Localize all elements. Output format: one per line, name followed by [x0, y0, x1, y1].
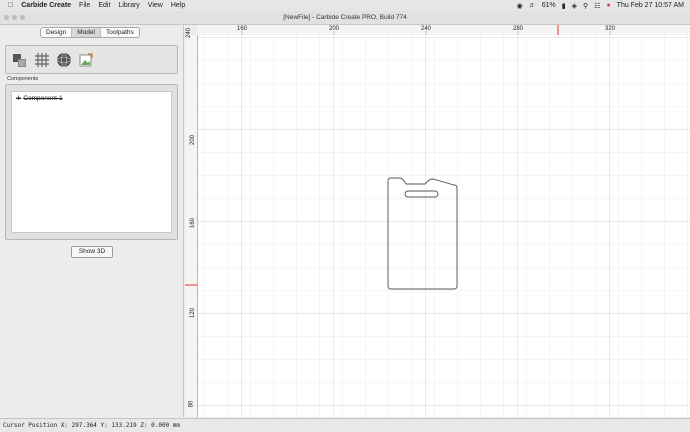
window-titlebar: [NewFile] - Carbide Create PRO, Build 77…	[0, 11, 690, 25]
app-menu[interactable]: Carbide Create	[21, 2, 71, 9]
texture-grid-icon[interactable]	[34, 52, 50, 68]
list-item[interactable]: + Component-1	[16, 94, 63, 103]
search-icon[interactable]: ⚲	[583, 2, 588, 10]
ruler-tick-label: 80	[188, 400, 195, 408]
status-bar: Cursor Position X: 297.364 Y: 133.219 Z:…	[0, 418, 690, 432]
control-center-icon[interactable]: ☷	[594, 2, 600, 10]
window-controls	[4, 15, 25, 20]
ruler-tick-label: 240	[421, 26, 432, 32]
ruler-tick-label: 200	[190, 134, 197, 146]
import-model-icon[interactable]	[12, 52, 28, 68]
minimize-button[interactable]	[12, 15, 17, 20]
left-panel: Design Model Toolpaths Components + Comp…	[0, 25, 184, 417]
ruler-tick-label: 240	[186, 27, 192, 38]
battery-percent: 61%	[541, 2, 556, 9]
design-canvas[interactable]	[198, 35, 690, 417]
component-label: Component-1	[23, 94, 63, 102]
show-3d-button[interactable]: Show 3D	[71, 246, 113, 258]
expand-icon[interactable]: +	[16, 94, 21, 103]
ruler-tick-label: 160	[190, 217, 197, 229]
macos-menubar:  Carbide Create File Edit Library View …	[0, 0, 690, 11]
cursor-position: Cursor Position X: 297.364 Y: 133.219 Z:…	[3, 422, 181, 429]
mode-tabs: Design Model Toolpaths	[40, 27, 140, 38]
menu-help[interactable]: Help	[171, 2, 185, 9]
image-import-icon[interactable]	[78, 52, 94, 68]
notification-icon[interactable]: ●	[606, 2, 610, 9]
ruler-tick-label: 120	[190, 307, 197, 319]
wifi-icon[interactable]: ◈	[572, 2, 577, 10]
tab-toolpaths[interactable]: Toolpaths	[101, 28, 139, 37]
window-title: [NewFile] - Carbide Create PRO, Build 77…	[283, 14, 407, 21]
status-icon[interactable]: ◉	[517, 2, 523, 10]
components-list[interactable]: + Component-1	[11, 91, 172, 233]
components-label: Components	[7, 76, 39, 82]
clock: Thu Feb 27 10:57 AM	[616, 2, 684, 9]
menu-file[interactable]: File	[79, 2, 90, 9]
zoom-button[interactable]	[20, 15, 25, 20]
ruler-tick-label: 200	[329, 26, 340, 32]
headphones-icon[interactable]: ♬	[529, 2, 536, 9]
menu-view[interactable]: View	[148, 2, 163, 9]
tab-model[interactable]: Model	[72, 28, 101, 37]
left-ruler: 240 200 160 120 80	[185, 28, 198, 417]
battery-icon[interactable]: ▮	[562, 2, 566, 10]
ruler-tick-label: 280	[513, 26, 524, 32]
menu-library[interactable]: Library	[118, 2, 139, 9]
ruler-tick-label: 320	[605, 26, 616, 32]
model-tool-bar	[5, 45, 178, 74]
apple-icon[interactable]: 	[8, 2, 13, 9]
ruler-tick-label: 160	[237, 26, 248, 32]
close-button[interactable]	[4, 15, 9, 20]
components-panel: + Component-1	[5, 84, 178, 240]
tab-design[interactable]: Design	[41, 28, 73, 37]
sphere-icon[interactable]	[56, 52, 72, 68]
menu-edit[interactable]: Edit	[98, 2, 110, 9]
canvas-grid	[198, 35, 690, 417]
